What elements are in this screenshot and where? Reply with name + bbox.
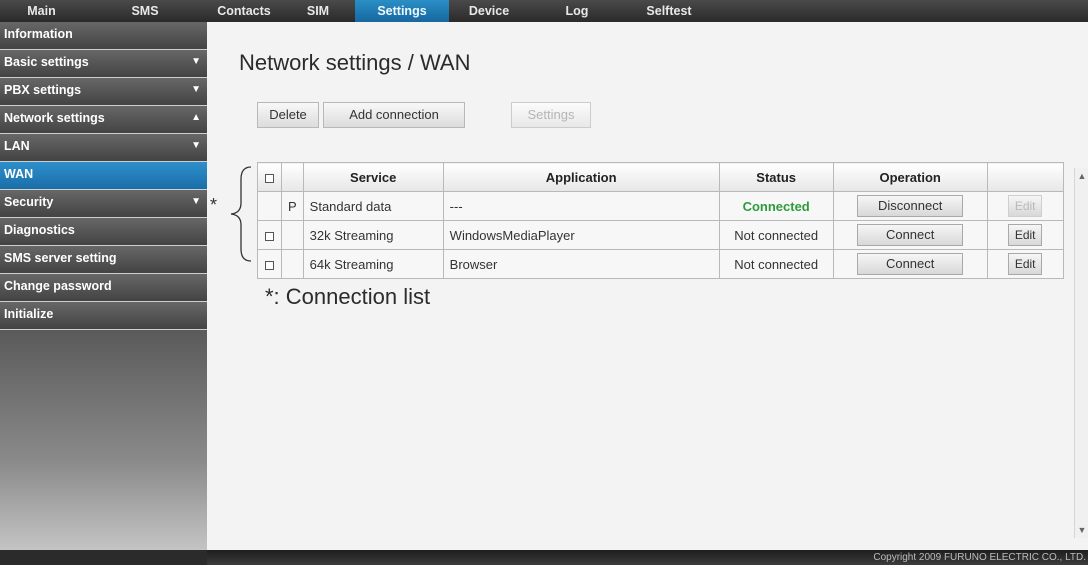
sidebar-item-label: LAN xyxy=(4,139,30,153)
tab-contacts[interactable]: Contacts xyxy=(207,0,281,22)
sidebar-filler xyxy=(0,330,207,550)
main-content: Network settings / WAN Delete Add connec… xyxy=(207,22,1088,550)
tab-main[interactable]: Main xyxy=(0,0,83,22)
sidebar-item-label: Information xyxy=(4,27,73,41)
chevron-down-icon: ▼ xyxy=(191,56,201,67)
primary-marker xyxy=(281,220,304,250)
sidebar-item-information[interactable]: Information xyxy=(0,22,207,50)
service-cell: 64k Streaming xyxy=(302,249,444,279)
operation-cell: Connect xyxy=(832,220,988,250)
row-checkbox-cell[interactable] xyxy=(257,249,282,279)
sidebar-item-label: Initialize xyxy=(4,307,54,321)
sidebar-item-initialize[interactable]: Initialize xyxy=(0,302,207,330)
edit-button[interactable]: Edit xyxy=(1008,253,1043,275)
sidebar-item-wan[interactable]: WAN xyxy=(0,162,207,190)
sidebar-item-diagnostics[interactable]: Diagnostics xyxy=(0,218,207,246)
chevron-down-icon: ▼ xyxy=(191,140,201,151)
sidebar-item-label: PBX settings xyxy=(4,83,82,97)
delete-button[interactable]: Delete xyxy=(257,102,319,128)
edit-cell: Edit xyxy=(986,191,1064,221)
tab-log[interactable]: Log xyxy=(529,0,625,22)
application-cell: WindowsMediaPlayer xyxy=(442,220,720,250)
header-operation: Operation xyxy=(832,162,988,192)
header-status: Status xyxy=(718,162,834,192)
table-header-row: Service Application Status Operation xyxy=(257,162,1064,192)
edit-button[interactable]: Edit xyxy=(1008,224,1043,246)
brace-annotation xyxy=(230,166,252,262)
application-cell: Browser xyxy=(442,249,720,279)
settings-button[interactable]: Settings xyxy=(511,102,591,128)
table-row: 64k Streaming Browser Not connected Conn… xyxy=(257,249,1064,279)
sidebar-item-security[interactable]: Security ▼ xyxy=(0,190,207,218)
sidebar-item-basic-settings[interactable]: Basic settings ▼ xyxy=(0,50,207,78)
connect-button[interactable]: Connect xyxy=(857,253,964,275)
select-all-checkbox[interactable] xyxy=(257,162,282,192)
top-nav-bar: Main SMS Contacts SIM Settings Device Lo… xyxy=(0,0,1088,22)
service-cell: 32k Streaming xyxy=(302,220,444,250)
sidebar-item-label: Diagnostics xyxy=(4,223,75,237)
sidebar-item-network-settings[interactable]: Network settings ▲ xyxy=(0,106,207,134)
sidebar-item-label: WAN xyxy=(4,167,34,181)
header-application: Application xyxy=(442,162,720,192)
chevron-down-icon: ▼ xyxy=(191,84,201,95)
status-cell: Connected xyxy=(718,191,834,221)
service-cell: Standard data xyxy=(302,191,444,221)
chevron-up-icon: ▲ xyxy=(191,112,201,123)
page-title: Network settings / WAN xyxy=(239,50,471,75)
sidebar-item-pbx-settings[interactable]: PBX settings ▼ xyxy=(0,78,207,106)
add-connection-button[interactable]: Add connection xyxy=(323,102,465,128)
chevron-down-icon: ▼ xyxy=(191,196,201,207)
connection-list-note: *: Connection list xyxy=(265,284,431,309)
sidebar-item-label: SMS server setting xyxy=(4,251,117,265)
footer-left xyxy=(0,550,207,565)
row-checkbox-cell xyxy=(257,191,282,221)
sidebar-item-label: Security xyxy=(4,195,54,209)
primary-marker: P xyxy=(281,191,304,221)
tab-sim[interactable]: SIM xyxy=(281,0,355,22)
footer: Copyright 2009 FURUNO ELECTRIC CO., LTD. xyxy=(0,550,1088,565)
disconnect-button[interactable]: Disconnect xyxy=(857,195,964,217)
table-row: P Standard data --- Connected Disconnect… xyxy=(257,191,1064,221)
checkbox-icon[interactable] xyxy=(265,231,274,241)
sidebar-item-sms-server-setting[interactable]: SMS server setting xyxy=(0,246,207,274)
application-cell: --- xyxy=(442,191,720,221)
edit-cell: Edit xyxy=(986,220,1064,250)
status-cell: Not connected xyxy=(718,220,834,250)
tab-sms[interactable]: SMS xyxy=(83,0,207,22)
scroll-up-icon[interactable]: ▲ xyxy=(1076,170,1088,182)
edit-button[interactable]: Edit xyxy=(1008,195,1043,217)
sidebar-item-change-password[interactable]: Change password xyxy=(0,274,207,302)
header-edit xyxy=(986,162,1064,192)
operation-cell: Connect xyxy=(832,249,988,279)
checkbox-icon[interactable] xyxy=(265,260,274,270)
vertical-scrollbar[interactable]: ▲ ▼ xyxy=(1074,168,1088,538)
table-row: 32k Streaming WindowsMediaPlayer Not con… xyxy=(257,220,1064,250)
checkbox-icon xyxy=(265,173,274,183)
tab-settings[interactable]: Settings xyxy=(355,0,449,22)
operation-cell: Disconnect xyxy=(832,191,988,221)
sidebar-item-label: Basic settings xyxy=(4,55,89,69)
header-service: Service xyxy=(302,162,444,192)
copyright-text: Copyright 2009 FURUNO ELECTRIC CO., LTD. xyxy=(873,552,1086,563)
tab-selftest[interactable]: Selftest xyxy=(625,0,713,22)
scroll-down-icon[interactable]: ▼ xyxy=(1076,524,1088,536)
connection-table: Service Application Status Operation P S… xyxy=(257,162,1064,279)
sidebar-item-label: Network settings xyxy=(4,111,105,125)
edit-cell: Edit xyxy=(986,249,1064,279)
header-p xyxy=(281,162,304,192)
sidebar: Information Basic settings ▼ PBX setting… xyxy=(0,22,207,550)
tab-device[interactable]: Device xyxy=(449,0,529,22)
sidebar-item-label: Change password xyxy=(4,279,112,293)
status-cell: Not connected xyxy=(718,249,834,279)
annotation-star: * xyxy=(210,195,218,215)
row-checkbox-cell[interactable] xyxy=(257,220,282,250)
primary-marker xyxy=(281,249,304,279)
connect-button[interactable]: Connect xyxy=(857,224,964,246)
sidebar-item-lan[interactable]: LAN ▼ xyxy=(0,134,207,162)
